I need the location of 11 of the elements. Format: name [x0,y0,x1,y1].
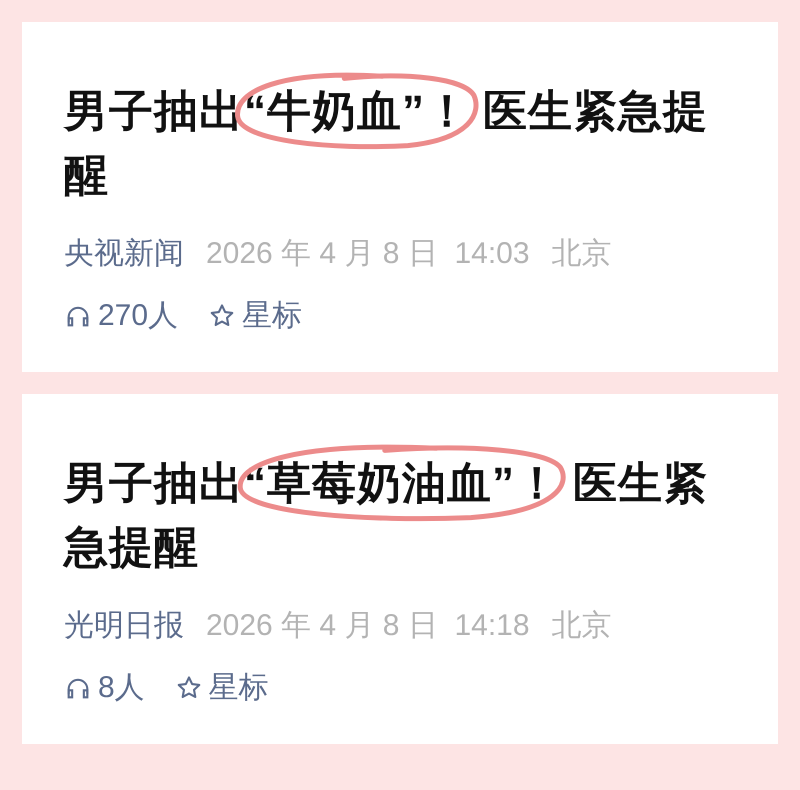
source-name: 光明日报 [64,608,184,644]
listener-count: 270人 [98,298,178,334]
listener-count: 8人 [98,670,145,706]
publish-date: 2026 年 4 月 8 日 14:03 [206,236,530,272]
star-label[interactable]: 星标 [208,668,269,708]
publish-date: 2026 年 4 月 8 日 14:18 [206,608,530,644]
location: 北京 [552,608,612,644]
article-title: 男子抽出“牛奶血”！ 医生紧急提醒 [64,80,736,208]
source-name: 央视新闻 [64,236,184,272]
star-label[interactable]: 星标 [242,296,302,336]
location: 北京 [552,236,612,272]
